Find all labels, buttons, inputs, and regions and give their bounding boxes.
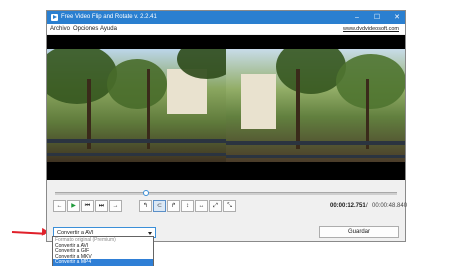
skip-start-icon: ⏮ xyxy=(84,203,91,209)
menu-ayuda[interactable]: Ayuda xyxy=(100,26,117,33)
minimize-button[interactable]: – xyxy=(347,11,367,24)
rotate-left-button[interactable]: ↰ xyxy=(139,200,152,212)
diagonal-flip-button[interactable]: ⤢ xyxy=(209,200,222,212)
rotate-left-icon: ↰ xyxy=(142,203,149,209)
video-frame-right xyxy=(226,49,405,162)
flip-horizontal-button[interactable]: ↔ xyxy=(195,200,208,212)
save-button[interactable]: Guardar xyxy=(319,226,399,238)
rotate-180-button[interactable]: ⊂ xyxy=(153,200,166,212)
step-forward-button[interactable]: → xyxy=(109,200,122,212)
chevron-down-icon xyxy=(148,232,152,235)
play-icon: ▶ xyxy=(71,203,76,209)
rotate-right-button[interactable]: ↱ xyxy=(167,200,180,212)
seek-track[interactable] xyxy=(55,192,397,195)
app-window: Free Video Flip and Rotate v. 2.2.41 – ☐… xyxy=(46,10,408,242)
video-preview xyxy=(47,35,405,180)
menu-bar: Archivo Opciones Ayuda www.dvdvideosoft.… xyxy=(47,24,405,34)
step-back-icon: ← xyxy=(56,203,63,209)
close-button[interactable]: ✕ xyxy=(387,11,407,24)
flip-horizontal-icon: ↔ xyxy=(198,203,205,209)
skip-start-button[interactable]: ⏮ xyxy=(81,200,94,212)
step-back-button[interactable]: ← xyxy=(53,200,66,212)
play-button[interactable]: ▶ xyxy=(67,200,80,212)
anti-diagonal-flip-icon: ⤡ xyxy=(227,203,232,209)
video-frame-left xyxy=(47,49,226,162)
format-dropdown-list: Formato original (Premium) Convertir a A… xyxy=(52,236,154,267)
menu-archivo[interactable]: Archivo xyxy=(50,26,70,33)
option-mp4[interactable]: Convertir a MP4 xyxy=(53,259,153,267)
maximize-button[interactable]: ☐ xyxy=(367,11,387,24)
step-forward-icon: → xyxy=(112,203,119,209)
annotation-arrow xyxy=(11,231,46,235)
flip-vertical-icon: ↕ xyxy=(186,203,189,209)
rotate-right-icon: ↱ xyxy=(170,203,177,209)
diagonal-flip-icon: ⤢ xyxy=(213,203,218,209)
flip-vertical-button[interactable]: ↕ xyxy=(181,200,194,212)
skip-end-button[interactable]: ⏭ xyxy=(95,200,108,212)
rotate-180-icon: ⊂ xyxy=(156,203,163,209)
total-time: 00:00:48.840 xyxy=(372,203,408,209)
seek-thumb[interactable] xyxy=(142,190,149,196)
anti-diagonal-flip-button[interactable]: ⤡ xyxy=(223,200,236,212)
title-bar[interactable]: Free Video Flip and Rotate v. 2.2.41 – ☐… xyxy=(47,11,405,24)
website-link[interactable]: www.dvdvideosoft.com xyxy=(343,26,399,33)
menu-opciones[interactable]: Opciones xyxy=(73,26,98,33)
app-icon xyxy=(51,14,58,21)
skip-end-icon: ⏭ xyxy=(98,203,105,209)
time-separator: / xyxy=(366,203,368,209)
current-time: 00:00:12.751 xyxy=(330,203,366,209)
window-title: Free Video Flip and Rotate v. 2.2.41 xyxy=(61,14,157,20)
